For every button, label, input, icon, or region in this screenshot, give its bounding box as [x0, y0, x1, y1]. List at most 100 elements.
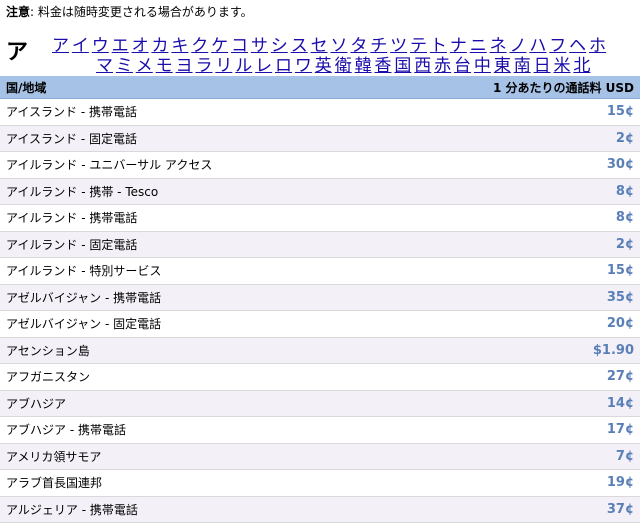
letter-index-link[interactable]: メ — [136, 56, 156, 76]
letter-index-row-2: マミメモヨラリルレロワ英衛韓香国西赤台中東南日米北 — [96, 56, 593, 76]
rates-table-body: アイスランド - 携帯電話 15¢ アイスランド - 固定電話 2¢ アイルランド - … — [0, 98, 640, 523]
table-row: アゼルバイジャン - 固定電話 20¢ — [0, 310, 640, 338]
country-cell: アブハジア — [0, 390, 420, 417]
rate-cell: 20¢ — [420, 310, 640, 338]
letter-index-link[interactable]: 赤 — [434, 56, 454, 76]
country-cell: アイルランド - 固定電話 — [0, 231, 420, 258]
country-cell: アイスランド - 固定電話 — [0, 125, 420, 152]
letter-index-link[interactable]: キ — [171, 36, 191, 56]
letter-index-link[interactable]: ス — [291, 36, 311, 56]
table-row: アフガニスタン 27¢ — [0, 363, 640, 391]
letter-index-link[interactable]: ロ — [275, 56, 295, 76]
rate-cell: 15¢ — [420, 257, 640, 285]
notice-label: 注意 — [6, 5, 31, 19]
letter-index-link[interactable]: ニ — [470, 36, 490, 56]
rates-table: 国/地域 1 分あたりの通話料 USD アイスランド - 携帯電話 15¢ アイスラ… — [0, 76, 640, 523]
table-row: アメリカ領サモア 7¢ — [0, 443, 640, 470]
country-cell: アラブ首長国連邦 — [0, 469, 420, 497]
letter-index-link[interactable]: ル — [235, 56, 255, 76]
letter-index-link[interactable]: ラ — [195, 56, 215, 76]
table-row: アイルランド - 携帯電話 8¢ — [0, 204, 640, 232]
letter-index-row-1: アイウエオカキクケコサシスセソタチツテトナニネノハフヘホ — [52, 36, 609, 56]
letter-index-link[interactable]: 北 — [573, 56, 593, 76]
country-cell: アゼルバイジャン - 携帯電話 — [0, 284, 420, 311]
letter-index-link[interactable]: エ — [112, 36, 132, 56]
letter-index-link[interactable]: イ — [72, 36, 92, 56]
letter-index-link[interactable]: テ — [410, 36, 430, 56]
letter-index-link[interactable]: 中 — [474, 56, 494, 76]
letter-index-link[interactable]: フ — [549, 36, 569, 56]
letter-index-link[interactable]: ウ — [92, 36, 112, 56]
letter-index-link[interactable]: 国 — [394, 56, 414, 76]
letter-index-link[interactable]: シ — [271, 36, 291, 56]
rate-cell: 7¢ — [420, 443, 640, 470]
letter-index-link[interactable]: 英 — [315, 56, 335, 76]
letter-index-link[interactable]: ヨ — [176, 56, 196, 76]
country-cell: アイスランド - 携帯電話 — [0, 98, 420, 126]
letter-index-link[interactable]: リ — [215, 56, 235, 76]
letter-index-link[interactable]: ワ — [295, 56, 315, 76]
table-row: アセンション島 $1.90 — [0, 337, 640, 364]
country-cell: アイルランド - ユニバーサル アクセス — [0, 151, 420, 179]
letter-index-link[interactable]: ネ — [490, 36, 510, 56]
rate-cell: 14¢ — [420, 390, 640, 417]
letter-index-link[interactable]: コ — [231, 36, 251, 56]
country-cell: アメリカ領サモア — [0, 443, 420, 470]
letter-index-link[interactable]: 米 — [553, 56, 573, 76]
letter-index-link[interactable]: ク — [191, 36, 211, 56]
letter-index-link[interactable]: セ — [311, 36, 331, 56]
letter-index-link[interactable]: ミ — [116, 56, 136, 76]
letter-index-link[interactable]: マ — [96, 56, 116, 76]
letter-index-link[interactable]: ホ — [589, 36, 609, 56]
letter-index-link[interactable]: 韓 — [355, 56, 375, 76]
letter-index-link[interactable]: サ — [251, 36, 271, 56]
rate-cell: 8¢ — [420, 204, 640, 232]
letter-index-link[interactable]: 日 — [534, 56, 554, 76]
rate-cell: 2¢ — [420, 125, 640, 152]
letter-index-link[interactable]: モ — [156, 56, 176, 76]
rate-cell: 30¢ — [420, 151, 640, 179]
letter-index-link[interactable]: レ — [255, 56, 275, 76]
country-cell: アイルランド - 携帯 - Tesco — [0, 178, 420, 205]
letter-index-link[interactable]: ア — [52, 36, 72, 56]
letter-index-link[interactable]: ソ — [330, 36, 350, 56]
table-row: アブハジア 14¢ — [0, 390, 640, 417]
rate-cell: 37¢ — [420, 496, 640, 523]
table-row: アイルランド - ユニバーサル アクセス 30¢ — [0, 151, 640, 179]
letter-index-link[interactable]: ツ — [390, 36, 410, 56]
table-row: アラブ首長国連邦 19¢ — [0, 469, 640, 497]
letter-index-link[interactable]: 西 — [414, 56, 434, 76]
letter-index-section: ア アイウエオカキクケコサシスセソタチツテトナニネノハフヘホ マミメモヨラリルレ… — [0, 36, 640, 76]
letter-index-link[interactable]: ト — [430, 36, 450, 56]
rate-change-notice: 注意: 料金は随時変更される場合があります。 — [6, 4, 253, 20]
rate-cell: 27¢ — [420, 363, 640, 391]
letter-index-link[interactable]: タ — [350, 36, 370, 56]
letter-index-link[interactable]: 香 — [374, 56, 394, 76]
letter-index-link[interactable]: ハ — [529, 36, 549, 56]
rate-cell: 17¢ — [420, 416, 640, 444]
table-header-row: 国/地域 1 分あたりの通話料 USD — [0, 76, 640, 99]
column-header-rate: 1 分あたりの通話料 USD — [420, 76, 640, 99]
letter-index-link[interactable]: 衛 — [335, 56, 355, 76]
letter-index-link[interactable]: ケ — [211, 36, 231, 56]
letter-index-link[interactable]: 台 — [454, 56, 474, 76]
letter-index-link[interactable]: ヘ — [569, 36, 589, 56]
table-row: アブハジア - 携帯電話 17¢ — [0, 416, 640, 444]
rate-cell: 2¢ — [420, 231, 640, 258]
table-row: アルジェリア - 携帯電話 37¢ — [0, 496, 640, 523]
letter-index-link[interactable]: 東 — [494, 56, 514, 76]
letter-index-link[interactable]: オ — [132, 36, 152, 56]
table-row: アイルランド - 固定電話 2¢ — [0, 231, 640, 258]
rate-cell: 8¢ — [420, 178, 640, 205]
letter-index-link[interactable]: チ — [370, 36, 390, 56]
table-row: アイルランド - 特別サービス 15¢ — [0, 257, 640, 285]
letter-index-link[interactable]: ノ — [509, 36, 529, 56]
country-cell: アフガニスタン — [0, 363, 420, 391]
letter-index-link[interactable]: ナ — [450, 36, 470, 56]
rate-cell: 15¢ — [420, 98, 640, 126]
table-row: アイスランド - 携帯電話 15¢ — [0, 98, 640, 126]
letter-index-link[interactable]: 南 — [514, 56, 534, 76]
table-row: アイルランド - 携帯 - Tesco 8¢ — [0, 178, 640, 205]
rate-cell: 19¢ — [420, 469, 640, 497]
letter-index-link[interactable]: カ — [151, 36, 171, 56]
